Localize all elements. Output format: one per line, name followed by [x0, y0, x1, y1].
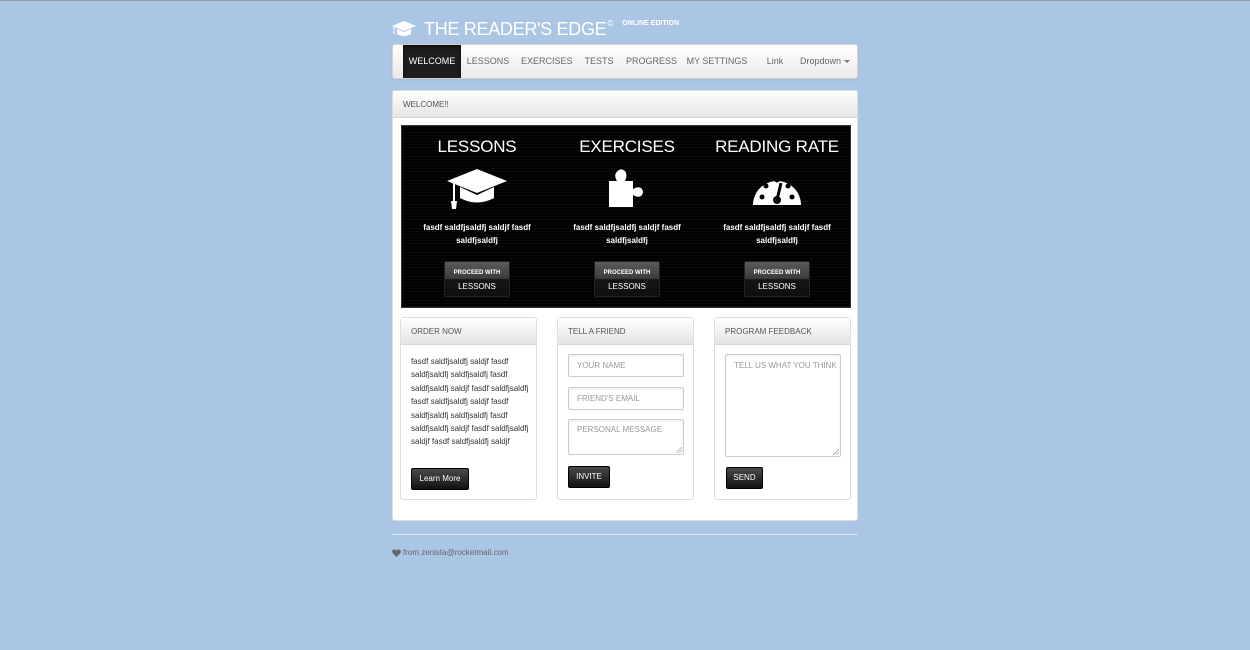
footer: from zenista@rocketmail.com	[392, 548, 508, 557]
button-line-2: LESSONS	[608, 282, 646, 291]
tell-a-friend-heading: TELL A FRIEND	[558, 318, 693, 345]
nav-link[interactable]: Link	[760, 45, 790, 78]
brand-title: THE READER'S EDGE	[424, 18, 607, 39]
nav-my-settings-label: MY SETTINGS	[686, 56, 748, 66]
proceed-lessons-button[interactable]: PROCEED WITH LESSONS	[444, 261, 510, 297]
feature-title: LESSONS	[437, 137, 517, 156]
footer-text: from zenista@rocketmail.com	[403, 548, 509, 557]
order-now-panel: ORDER NOW fasdf saldfjsaldfj saldjf fasd…	[400, 317, 537, 500]
your-name-input[interactable]: YOUR NAME	[568, 354, 684, 377]
feature-description: fasdf saldfjsaldfj saldjf fasdf saldfjsa…	[423, 223, 531, 245]
graduation-cap-icon	[392, 21, 416, 36]
proceed-exercises-button[interactable]: PROCEED WITH LESSONS	[594, 261, 660, 297]
feature-lessons: LESSONS fasdf saldfjsaldfj saldjf fasdf …	[402, 126, 552, 309]
nav-progress[interactable]: PROGRESS	[626, 45, 678, 78]
nav-tests-label: TESTS	[584, 56, 614, 66]
button-line-2: LESSONS	[458, 282, 496, 291]
welcome-panel: WELCOME!! LESSONS fasdf saldfjsaldfj sal…	[392, 90, 858, 521]
button-line-2: LESSONS	[758, 282, 796, 291]
feedback-textarea[interactable]: TELL US WHAT YOU THINK	[725, 354, 841, 457]
footer-divider	[392, 534, 858, 535]
puzzle-piece-icon	[609, 169, 643, 207]
features-hero: LESSONS fasdf saldfjsaldfj saldjf fasdf …	[401, 125, 851, 308]
nav-lessons-label: LESSONS	[466, 56, 510, 66]
nav-exercises-label: EXERCISES	[521, 56, 573, 66]
order-now-heading: ORDER NOW	[401, 318, 536, 345]
program-feedback-heading: PROGRAM FEEDBACK	[715, 318, 850, 345]
button-line-1: PROCEED WITH	[753, 270, 801, 276]
feature-title: READING RATE	[715, 137, 839, 156]
feature-title: EXERCISES	[579, 137, 675, 156]
nav-dropdown-label: Dropdown	[799, 56, 842, 66]
resize-grip-icon[interactable]	[676, 447, 682, 453]
feature-exercises: EXERCISES fasdf saldfjsaldfj saldjf fasd…	[552, 126, 702, 309]
order-now-text: fasdf saldfjsaldfj saldjf fasdf saldfjsa…	[411, 357, 529, 447]
invite-button[interactable]: INVITE	[568, 466, 610, 488]
friend-email-input[interactable]: FRIEND'S EMAIL	[568, 387, 684, 410]
personal-message-textarea[interactable]: PERSONAL MESSAGE	[568, 419, 684, 455]
tell-a-friend-panel: TELL A FRIEND YOUR NAME FRIEND'S EMAIL P…	[557, 317, 694, 500]
brand[interactable]: THE READER'S EDGE © ONLINE EDITION	[392, 17, 679, 41]
send-button[interactable]: SEND	[726, 467, 763, 489]
feature-icon-wrapper	[447, 167, 507, 211]
feedback-placeholder: TELL US WHAT YOU THINK	[734, 361, 837, 370]
nav-welcome-label: WELCOME	[408, 56, 456, 66]
proceed-reading-rate-button[interactable]: PROCEED WITH LESSONS	[744, 261, 810, 297]
feature-reading-rate: READING RATE fasdf saldfjsaldfj saldjf f…	[702, 126, 852, 309]
nav-tests[interactable]: TESTS	[582, 45, 616, 78]
feature-description: fasdf saldfjsaldfj saldjf fasdf saldfjsa…	[723, 223, 831, 245]
speedometer-icon	[753, 177, 801, 205]
nav-progress-label: PROGRESS	[626, 56, 678, 66]
nav-dropdown[interactable]: Dropdown	[799, 45, 851, 78]
button-line-1: PROCEED WITH	[603, 270, 651, 276]
nav-my-settings[interactable]: MY SETTINGS	[686, 45, 748, 78]
nav-exercises[interactable]: EXERCISES	[521, 45, 573, 78]
button-line-1: PROCEED WITH	[453, 270, 501, 276]
nav-link-label: Link	[766, 56, 784, 66]
program-feedback-panel: PROGRAM FEEDBACK TELL US WHAT YOU THINK …	[714, 317, 851, 500]
personal-message-placeholder: PERSONAL MESSAGE	[577, 425, 663, 434]
brand-edition: ONLINE EDITION	[622, 19, 680, 27]
nav-lessons[interactable]: LESSONS	[466, 45, 510, 78]
feature-icon-wrapper	[597, 167, 657, 211]
learn-more-button[interactable]: Learn More	[411, 468, 469, 490]
brand-registered-mark: ©	[607, 18, 614, 28]
caret-down-icon	[844, 60, 851, 64]
heart-icon	[392, 548, 401, 557]
resize-grip-icon[interactable]	[833, 449, 839, 455]
feature-icon-wrapper	[747, 167, 807, 211]
top-navbar: WELCOME LESSONS EXERCISES TESTS PROGRESS…	[392, 44, 858, 79]
graduation-cap-icon	[447, 169, 507, 209]
nav-welcome[interactable]: WELCOME	[403, 45, 461, 78]
welcome-panel-heading: WELCOME!!	[393, 91, 857, 118]
feature-description: fasdf saldfjsaldfj saldjf fasdf saldfjsa…	[573, 223, 681, 245]
